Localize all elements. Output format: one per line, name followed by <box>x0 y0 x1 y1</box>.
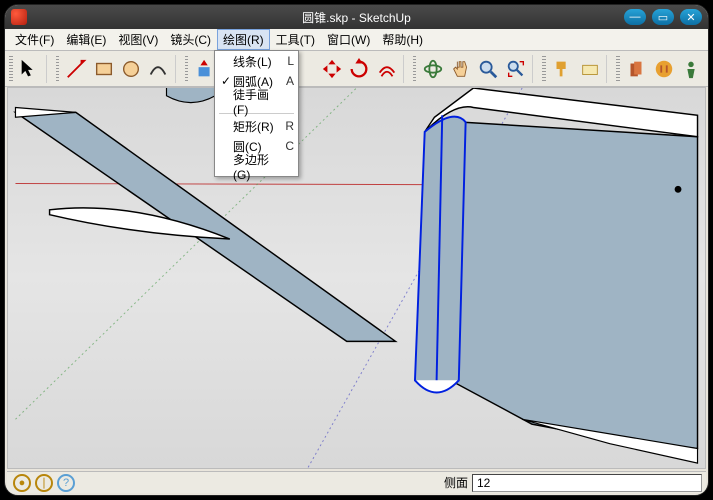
orbit-tool[interactable] <box>420 55 445 83</box>
toolbar <box>5 51 708 87</box>
menu-draw[interactable]: 绘图(R) <box>217 29 270 50</box>
move-tool[interactable] <box>319 55 344 83</box>
window-title: 圆锥.skp - SketchUp <box>302 9 411 26</box>
menu-line[interactable]: 线条(L)L <box>215 51 298 71</box>
menu-help[interactable]: 帮助(H) <box>376 29 429 50</box>
app-icon <box>11 9 27 25</box>
person-tool[interactable] <box>679 55 704 83</box>
zoom-tool[interactable] <box>475 55 500 83</box>
menu-camera[interactable]: 镜头(C) <box>164 29 217 50</box>
draw-dropdown: 线条(L)L ✓圆弧(A)A 徒手画(F) 矩形(R)R 圆(C)C 多边形(G… <box>214 50 299 177</box>
zoom-extents-tool[interactable] <box>503 55 528 83</box>
dims-tool[interactable] <box>577 55 602 83</box>
paint-tool[interactable] <box>550 55 575 83</box>
sb-user-icon[interactable]: ❘ <box>35 474 53 492</box>
menu-edit[interactable]: 编辑(E) <box>60 29 112 50</box>
viewport[interactable] <box>7 87 706 469</box>
toolbar-gripper[interactable] <box>413 56 417 82</box>
rotate-tool[interactable] <box>346 55 371 83</box>
line-tool[interactable] <box>63 55 88 83</box>
sb-info-icon[interactable]: ● <box>13 474 31 492</box>
minimize-button[interactable]: — <box>624 9 646 25</box>
menu-tools[interactable]: 工具(T) <box>270 29 321 50</box>
menu-freehand[interactable]: 徒手画(F) <box>215 91 298 111</box>
menu-view[interactable]: 视图(V) <box>112 29 164 50</box>
arc-tool[interactable] <box>146 55 171 83</box>
toolbar-gripper[interactable] <box>185 56 189 82</box>
toolbar-gripper[interactable] <box>542 56 546 82</box>
component-tool[interactable] <box>624 55 649 83</box>
measurement-input[interactable] <box>472 474 702 492</box>
measurement-label: 侧面 <box>444 474 472 491</box>
rectangle-tool[interactable] <box>91 55 116 83</box>
statusbar: ● ❘ ? 侧面 <box>7 471 706 493</box>
menu-rectangle[interactable]: 矩形(R)R <box>215 116 298 136</box>
warehouse-tool[interactable] <box>651 55 676 83</box>
menubar: 文件(F) 编辑(E) 视图(V) 镜头(C) 绘图(R) 工具(T) 窗口(W… <box>5 29 708 51</box>
menu-window[interactable]: 窗口(W) <box>321 29 376 50</box>
close-button[interactable]: ✕ <box>680 9 702 25</box>
toolbar-gripper[interactable] <box>56 56 60 82</box>
pan-tool[interactable] <box>448 55 473 83</box>
toolbar-gripper[interactable] <box>616 56 620 82</box>
offset-tool[interactable] <box>374 55 399 83</box>
toolbar-gripper[interactable] <box>9 56 13 82</box>
circle-tool[interactable] <box>118 55 143 83</box>
menu-file[interactable]: 文件(F) <box>9 29 60 50</box>
maximize-button[interactable]: ▭ <box>652 9 674 25</box>
menu-polygon[interactable]: 多边形(G) <box>215 156 298 176</box>
titlebar: 圆锥.skp - SketchUp — ▭ ✕ <box>5 5 708 29</box>
sb-help-icon[interactable]: ? <box>57 474 75 492</box>
select-tool[interactable] <box>17 55 42 83</box>
